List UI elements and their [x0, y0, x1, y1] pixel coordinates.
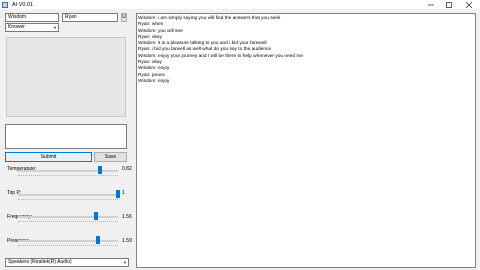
slider-track: [18, 216, 118, 218]
minimize-button[interactable]: [424, 0, 438, 9]
slider-thumb[interactable]: [95, 236, 100, 244]
presence-value: 1.59: [122, 238, 132, 244]
audio-device-value: Speakers (Realtek(R) Audio): [8, 259, 72, 265]
slider-ticks: [18, 199, 118, 200]
save-button[interactable]: Save: [94, 152, 127, 162]
temperature-slider[interactable]: [18, 166, 118, 176]
slider-ticks: [18, 245, 118, 246]
image-display: [6, 37, 126, 117]
slider-thumb[interactable]: [94, 212, 98, 220]
slider-track: [18, 194, 118, 196]
title-bar: AI V0.01: [0, 0, 480, 9]
frequency-value: 1.56: [122, 214, 132, 220]
submit-button[interactable]: Submit: [5, 152, 92, 162]
slider-ticks: [18, 221, 118, 222]
minimize-icon: [428, 4, 434, 5]
slider-thumb[interactable]: [116, 190, 120, 198]
slider-track: [18, 240, 118, 242]
window-title: AI V0.01: [12, 1, 34, 8]
chevron-down-icon: ▼: [53, 25, 57, 30]
temperature-value: 0.82: [122, 166, 132, 172]
slider-thumb[interactable]: [98, 166, 102, 174]
chat-message: Wisdom: enjoy: [138, 78, 170, 84]
u-button[interactable]: U: [121, 13, 127, 22]
maximize-icon: [446, 1, 452, 8]
close-icon: [466, 1, 472, 8]
slider-ticks: [18, 175, 118, 176]
close-button[interactable]: [462, 0, 476, 9]
prompt-input[interactable]: [5, 124, 127, 149]
user-name-field[interactable]: Ryan: [62, 13, 118, 22]
top-p-slider[interactable]: [18, 190, 120, 200]
ai-name-field[interactable]: Wisdom: [5, 13, 59, 22]
chat-log[interactable]: Wisdom: i am simply saying you will find…: [136, 13, 476, 268]
chevron-down-icon: ▼: [123, 260, 127, 265]
slider-track: [18, 170, 118, 172]
frequency-slider[interactable]: [18, 212, 118, 222]
presence-slider[interactable]: [18, 236, 118, 246]
maximize-button[interactable]: [442, 0, 456, 9]
role-dropdown[interactable]: Knower ▼: [5, 23, 59, 32]
top-p-value: 1: [122, 190, 125, 196]
audio-device-dropdown[interactable]: Speakers (Realtek(R) Audio) ▼: [5, 258, 129, 267]
app-icon: [2, 1, 8, 8]
role-dropdown-value: Knower: [8, 24, 25, 30]
